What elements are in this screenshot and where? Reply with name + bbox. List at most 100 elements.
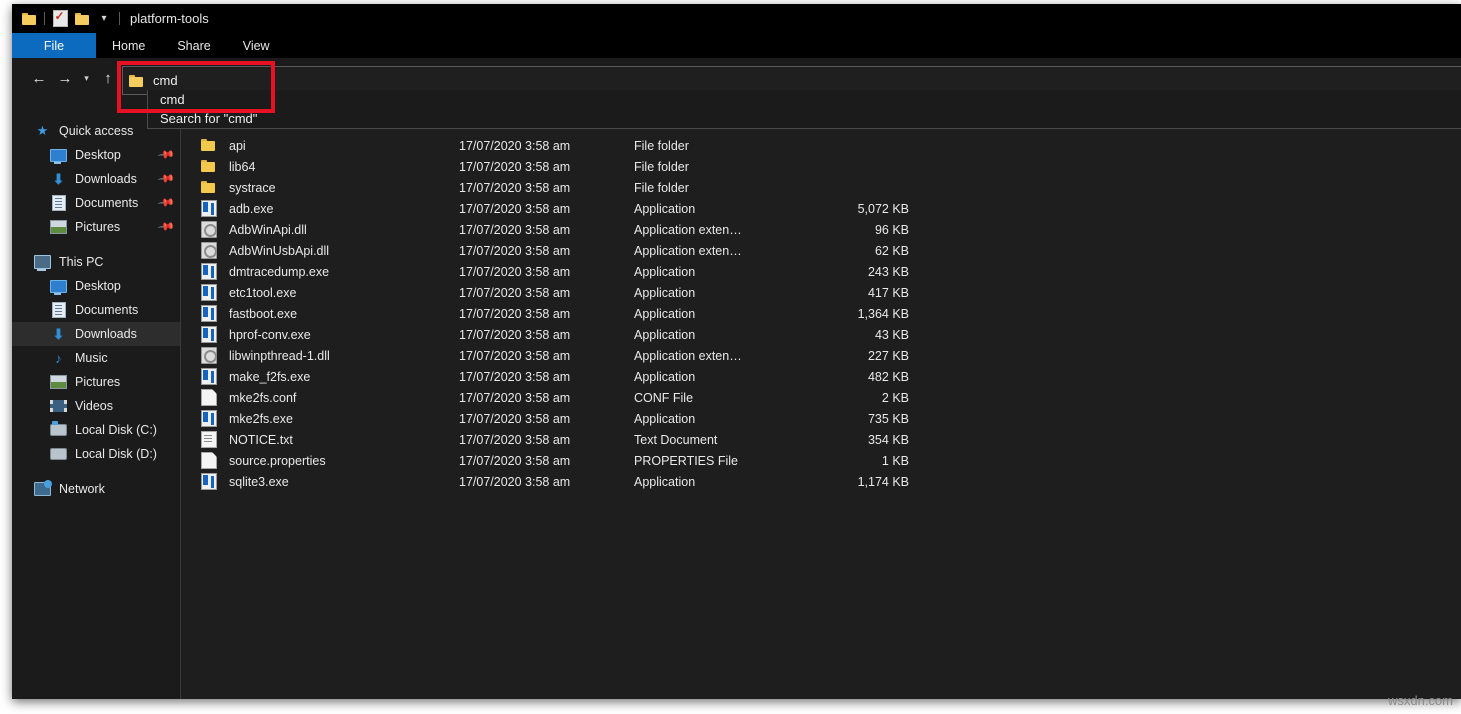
table-row[interactable]: hprof-conv.exe 17/07/2020 3:58 am Applic…: [181, 324, 1461, 345]
file-date: 17/07/2020 3:58 am: [459, 139, 634, 153]
sidebar-group-this-pc[interactable]: This PC: [12, 250, 180, 274]
back-button[interactable]: ←: [26, 66, 52, 90]
table-row[interactable]: libwinpthread-1.dll 17/07/2020 3:58 am A…: [181, 345, 1461, 366]
file-date: 17/07/2020 3:58 am: [459, 391, 634, 405]
sidebar-item-documents-qa[interactable]: Documents 📌: [12, 191, 180, 215]
table-row[interactable]: AdbWinApi.dll 17/07/2020 3:58 am Applica…: [181, 219, 1461, 240]
file-name: api: [229, 139, 459, 153]
sidebar-label: Downloads: [75, 173, 137, 186]
sidebar-item-documents[interactable]: Documents: [12, 298, 180, 322]
table-row[interactable]: lib64 17/07/2020 3:58 am File folder: [181, 156, 1461, 177]
sidebar-group-network[interactable]: Network: [12, 477, 180, 501]
file-name: NOTICE.txt: [229, 433, 459, 447]
sidebar-item-videos[interactable]: Videos: [12, 394, 180, 418]
qat-new-folder-icon[interactable]: [71, 8, 93, 30]
pin-icon[interactable]: 📌: [156, 171, 172, 187]
file-date: 17/07/2020 3:58 am: [459, 307, 634, 321]
recent-locations-button[interactable]: ▾: [78, 66, 95, 90]
table-row[interactable]: NOTICE.txt 17/07/2020 3:58 am Text Docum…: [181, 429, 1461, 450]
navigation-pane: ★ Quick access Desktop 📌 ⬇ Downloads 📌 D…: [12, 99, 180, 699]
window-title: platform-tools: [130, 11, 209, 26]
file-size: 417 KB: [799, 286, 909, 300]
file-date: 17/07/2020 3:58 am: [459, 328, 634, 342]
sidebar-item-local-disk-d[interactable]: Local Disk (D:): [12, 442, 180, 466]
file-name: dmtracedump.exe: [229, 265, 459, 279]
folder-icon: [22, 13, 37, 25]
properties-icon: [53, 10, 68, 27]
explorer-body: ★ Quick access Desktop 📌 ⬇ Downloads 📌 D…: [12, 99, 1461, 699]
sidebar-item-local-disk-c[interactable]: Local Disk (C:): [12, 418, 180, 442]
row-icon: [181, 180, 229, 195]
page-root: ▾ platform-tools File Home Share View ← …: [0, 0, 1461, 714]
pin-icon[interactable]: 📌: [156, 147, 172, 163]
application-icon: [201, 200, 217, 217]
table-row[interactable]: adb.exe 17/07/2020 3:58 am Application 5…: [181, 198, 1461, 219]
row-icon: [181, 410, 229, 427]
music-note-icon: ♪: [50, 350, 67, 366]
qat-customize-button[interactable]: ▾: [93, 8, 115, 30]
sidebar-item-desktop-qa[interactable]: Desktop 📌: [12, 143, 180, 167]
table-row[interactable]: fastboot.exe 17/07/2020 3:58 am Applicat…: [181, 303, 1461, 324]
table-row[interactable]: AdbWinUsbApi.dll 17/07/2020 3:58 am Appl…: [181, 240, 1461, 261]
tab-home[interactable]: Home: [96, 33, 161, 58]
star-icon: ★: [34, 123, 51, 139]
chevron-down-icon: ▾: [101, 14, 106, 24]
row-icon: [181, 159, 229, 174]
file-size: 243 KB: [799, 265, 909, 279]
tab-view[interactable]: View: [227, 33, 286, 58]
table-row[interactable]: api 17/07/2020 3:58 am File folder: [181, 135, 1461, 156]
file-size: 735 KB: [799, 412, 909, 426]
sidebar-label: Desktop: [75, 280, 121, 293]
sidebar-item-pictures[interactable]: Pictures: [12, 370, 180, 394]
row-icon: [181, 431, 229, 448]
sidebar-item-music[interactable]: ♪ Music: [12, 346, 180, 370]
sidebar-item-downloads-qa[interactable]: ⬇ Downloads 📌: [12, 167, 180, 191]
sidebar-item-pictures-qa[interactable]: Pictures 📌: [12, 215, 180, 239]
sidebar-item-desktop[interactable]: Desktop: [12, 274, 180, 298]
table-row[interactable]: make_f2fs.exe 17/07/2020 3:58 am Applica…: [181, 366, 1461, 387]
autocomplete-item-cmd[interactable]: cmd: [148, 90, 1461, 109]
address-input-value: cmd: [153, 73, 178, 88]
file-type: File folder: [634, 181, 799, 195]
file-date: 17/07/2020 3:58 am: [459, 370, 634, 384]
sidebar-item-downloads[interactable]: ⬇ Downloads: [12, 322, 180, 346]
row-icon: [181, 326, 229, 343]
tab-share[interactable]: Share: [161, 33, 226, 58]
table-row[interactable]: systrace 17/07/2020 3:58 am File folder: [181, 177, 1461, 198]
up-button[interactable]: ↑: [95, 66, 121, 90]
table-row[interactable]: source.properties 17/07/2020 3:58 am PRO…: [181, 450, 1461, 471]
file-name: AdbWinApi.dll: [229, 223, 459, 237]
file-size: 482 KB: [799, 370, 909, 384]
file-size: 354 KB: [799, 433, 909, 447]
qat-folder-icon[interactable]: [18, 8, 40, 30]
qat-properties-icon[interactable]: [49, 8, 71, 30]
quick-access-toolbar: ▾: [12, 8, 124, 30]
pin-icon[interactable]: 📌: [156, 219, 172, 235]
file-name: AdbWinUsbApi.dll: [229, 244, 459, 258]
application-icon: [201, 284, 217, 301]
file-type: Text Document: [634, 433, 799, 447]
qat-separator: [44, 12, 45, 25]
file-type: File folder: [634, 139, 799, 153]
tab-file[interactable]: File: [12, 33, 96, 58]
table-row[interactable]: etc1tool.exe 17/07/2020 3:58 am Applicat…: [181, 282, 1461, 303]
file-date: 17/07/2020 3:58 am: [459, 349, 634, 363]
file-size: 1,364 KB: [799, 307, 909, 321]
file-type: Application: [634, 202, 799, 216]
file-type: Application: [634, 370, 799, 384]
table-row[interactable]: mke2fs.exe 17/07/2020 3:58 am Applicatio…: [181, 408, 1461, 429]
drive-icon: [50, 446, 67, 462]
table-row[interactable]: sqlite3.exe 17/07/2020 3:58 am Applicati…: [181, 471, 1461, 492]
folder-icon: [201, 180, 215, 195]
table-row[interactable]: mke2fs.conf 17/07/2020 3:58 am CONF File…: [181, 387, 1461, 408]
sidebar-label: Pictures: [75, 376, 120, 389]
forward-button[interactable]: →: [52, 66, 78, 90]
file-explorer-window: ▾ platform-tools File Home Share View ← …: [12, 4, 1461, 699]
pin-icon[interactable]: 📌: [156, 195, 172, 211]
autocomplete-item-search[interactable]: Search for "cmd": [148, 109, 1461, 128]
file-type: Application: [634, 328, 799, 342]
sidebar-label: Quick access: [59, 125, 133, 138]
table-row[interactable]: dmtracedump.exe 17/07/2020 3:58 am Appli…: [181, 261, 1461, 282]
file-name: lib64: [229, 160, 459, 174]
monitor-icon: [50, 278, 67, 294]
